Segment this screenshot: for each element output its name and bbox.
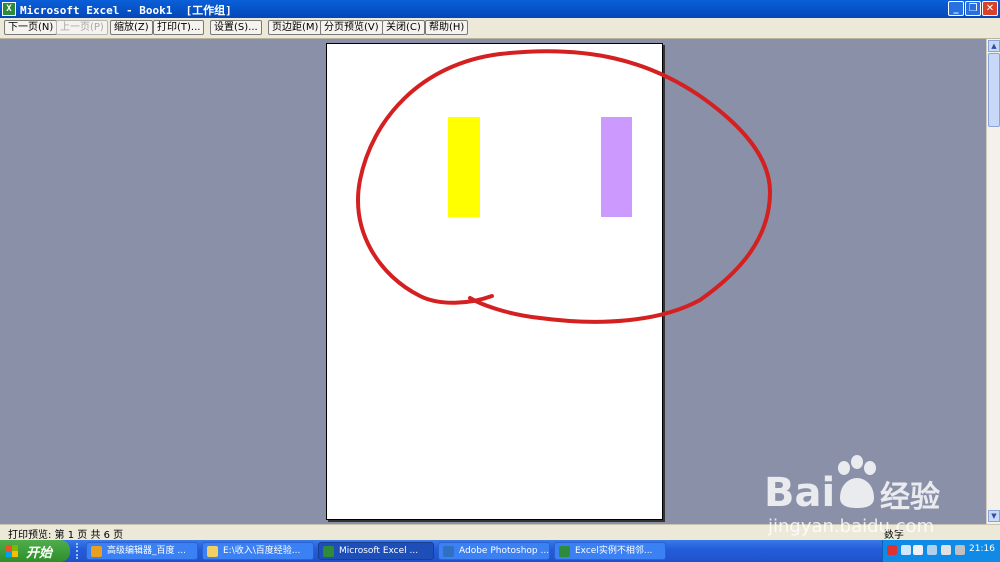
sogou-input-icon[interactable] bbox=[887, 545, 897, 555]
task-label: E:\收入\百度经验... bbox=[223, 546, 301, 556]
window-title: Microsoft Excel - Book1 [工作组] bbox=[20, 4, 232, 17]
yellow-rectangle bbox=[448, 117, 480, 217]
watermark-url: jingyan.baidu.com bbox=[768, 516, 935, 537]
baidu-watermark: Bai 经验 jingyan.baidu.com bbox=[756, 454, 946, 544]
task-label: 高级编辑器_百度 ... bbox=[107, 546, 186, 556]
excel-icon bbox=[559, 546, 570, 557]
watermark-brand-a: Bai bbox=[764, 470, 836, 516]
purple-rectangle bbox=[601, 117, 632, 217]
vertical-scrollbar[interactable]: ▲ ▼ bbox=[986, 39, 1000, 524]
excel-icon bbox=[323, 546, 334, 557]
paw-icon bbox=[838, 455, 876, 508]
task-label: Microsoft Excel ... bbox=[339, 546, 419, 556]
start-label: 开始 bbox=[26, 546, 53, 561]
scroll-up-arrow-icon[interactable]: ▲ bbox=[988, 40, 1000, 52]
windows-flag-icon bbox=[6, 545, 18, 557]
print-preview-toolbar: 下一页(N) 上一页(P) 缩放(Z) 打印(T)... 设置(S)... 页边… bbox=[0, 18, 1000, 39]
watermark-brand-b: 经验 bbox=[880, 480, 940, 515]
language-icon[interactable] bbox=[901, 545, 911, 555]
clock[interactable]: 21:16 bbox=[969, 544, 995, 554]
taskbar-item[interactable]: E:\收入\百度经验... bbox=[202, 542, 314, 560]
update-icon[interactable] bbox=[955, 545, 965, 555]
help-button[interactable]: 帮助(H) bbox=[425, 20, 469, 35]
folder-icon bbox=[207, 546, 218, 557]
status-text: 打印预览: 第 1 页 共 6 页 bbox=[8, 530, 124, 541]
scroll-down-arrow-icon[interactable]: ▼ bbox=[988, 510, 1000, 522]
minimize-button[interactable]: _ bbox=[948, 1, 964, 16]
taskbar-grip[interactable] bbox=[76, 543, 82, 559]
network-icon[interactable] bbox=[913, 545, 923, 555]
print-button[interactable]: 打印(T)... bbox=[153, 20, 205, 35]
browser-icon bbox=[91, 546, 102, 557]
taskbar-item[interactable]: 高级编辑器_百度 ... bbox=[86, 542, 198, 560]
close-preview-button[interactable]: 关闭(C) bbox=[382, 20, 425, 35]
start-button[interactable]: 开始 bbox=[0, 540, 70, 562]
margins-button[interactable]: 页边距(M) bbox=[268, 20, 323, 35]
excel-app-icon[interactable]: X bbox=[2, 2, 16, 16]
setup-button[interactable]: 设置(S)... bbox=[210, 20, 262, 35]
zoom-button[interactable]: 缩放(Z) bbox=[110, 20, 153, 35]
taskbar-item[interactable]: Excel实例不相邻... bbox=[554, 542, 666, 560]
task-label: Excel实例不相邻... bbox=[575, 546, 653, 556]
task-label: Adobe Photoshop ... bbox=[459, 546, 550, 556]
page-break-preview-button[interactable]: 分页预览(V) bbox=[320, 20, 383, 35]
volume-icon[interactable] bbox=[927, 545, 937, 555]
prev-page-button[interactable]: 上一页(P) bbox=[56, 20, 108, 35]
taskbar-item-active[interactable]: Microsoft Excel ... bbox=[318, 542, 434, 560]
close-window-button[interactable]: ✕ bbox=[982, 1, 998, 16]
preview-page[interactable] bbox=[326, 43, 663, 520]
next-page-button[interactable]: 下一页(N) bbox=[4, 20, 58, 35]
title-bar: X Microsoft Excel - Book1 [工作组] _ ❐ ✕ bbox=[0, 0, 1000, 18]
taskbar-item[interactable]: Adobe Photoshop ... bbox=[438, 542, 550, 560]
restore-button[interactable]: ❐ bbox=[965, 1, 981, 16]
scroll-thumb[interactable] bbox=[988, 53, 1000, 127]
security-icon[interactable] bbox=[941, 545, 951, 555]
photoshop-icon bbox=[443, 546, 454, 557]
